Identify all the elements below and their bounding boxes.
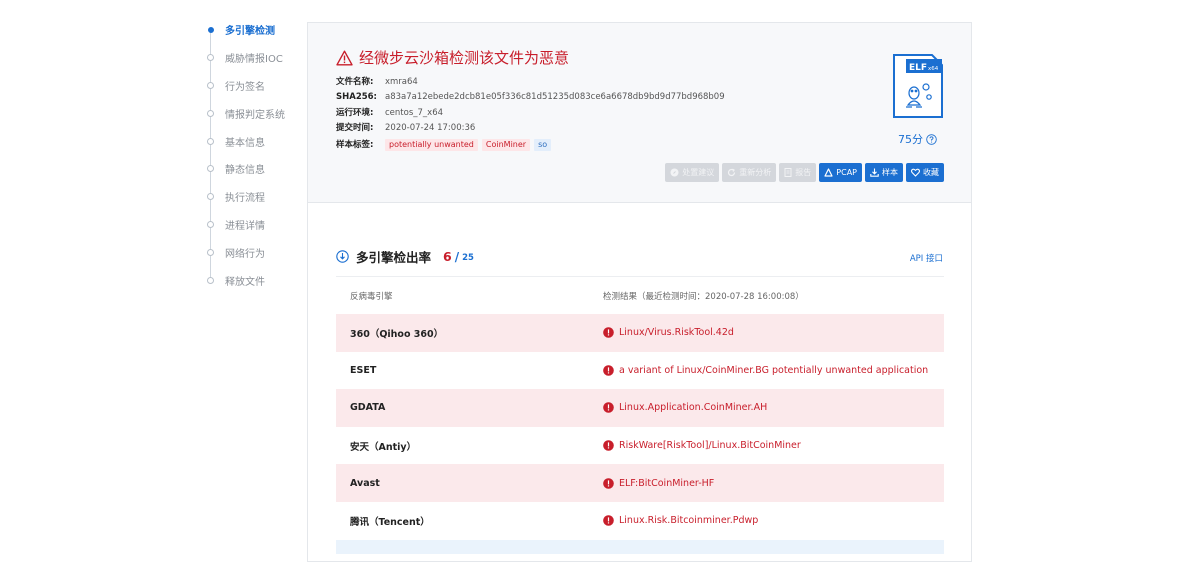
action-toolbar: 处置建议 重新分析 报告 PCAP 样本 收藏 — [665, 163, 944, 182]
detection-result: a variant of Linux/CoinMiner.BG potentia… — [619, 364, 929, 376]
engine-name: GDATA — [350, 402, 386, 414]
nav-item-signatures[interactable]: 行为签名 — [204, 72, 304, 100]
nav-item-dropped-files[interactable]: 释放文件 — [204, 266, 304, 294]
alert-circle-icon — [603, 402, 614, 414]
nav-item-intel-system[interactable]: 情报判定系统 — [204, 99, 304, 127]
meta-row-environment: 运行环境: centos_7_x64 — [336, 107, 444, 118]
pcap-icon — [824, 168, 833, 177]
detection-result: Linux/Virus.RiskTool.42d — [619, 327, 734, 339]
col-result: 检测结果（最近检测时间：2020-07-28 16:00:08） — [603, 291, 804, 302]
detection-hits: 6 — [443, 249, 452, 264]
detection-result: Linux.Risk.Bitcoinminer.Pdwp — [619, 515, 759, 527]
verdict-banner: 经微步云沙箱检测该文件为恶意 — [336, 47, 569, 68]
detection-result: ELF:BitCoinMiner-HF — [619, 477, 715, 489]
nav-dot-icon — [207, 137, 214, 145]
engine-name: Avast — [350, 477, 380, 489]
table-header: 反病毒引擎 检测结果（最近检测时间：2020-07-28 16:00:08） — [336, 277, 944, 314]
detection-result: Linux.Application.CoinMiner.AH — [619, 402, 768, 414]
meta-row-sha256: SHA256: a83a7a12ebede2dcb81e05f336c81d51… — [336, 92, 725, 103]
advice-button[interactable]: 处置建议 — [665, 163, 720, 182]
nav-dot-icon — [207, 81, 214, 89]
meta-row-submit-time: 提交时间: 2020-07-24 17:00:36 — [336, 123, 476, 134]
tag-so[interactable]: so — [534, 138, 552, 151]
section-title: 多引擎检出率 — [356, 250, 432, 265]
elf-file-icon: ELF x64 — [893, 54, 943, 118]
detection-result: RiskWare[RiskTool]/Linux.BitCoinMiner — [619, 440, 801, 452]
heart-icon — [911, 168, 920, 177]
file-arch-label: x64 — [928, 66, 939, 72]
threat-score: 75分 — [898, 131, 937, 147]
nav-item-static-info[interactable]: 静态信息 — [204, 155, 304, 183]
document-icon — [784, 168, 792, 177]
table-row: 腾讯（Tencent） Linux.Risk.Bitcoinminer.Pdwp — [336, 502, 944, 540]
table-row: GDATA Linux.Application.CoinMiner.AH — [336, 389, 944, 427]
table-row: Avast ELF:BitCoinMiner-HF — [336, 464, 944, 502]
meta-row-tags: 样本标签: potentially unwanted CoinMiner so — [336, 138, 725, 153]
section-nav: 多引擎检测 威胁情报IOC 行为签名 情报判定系统 基本信息 静态信息 执行流程… — [204, 16, 304, 294]
nav-item-basic-info[interactable]: 基本信息 — [204, 127, 304, 155]
alert-circle-icon — [603, 365, 614, 376]
tag-coinminer[interactable]: CoinMiner — [481, 138, 531, 151]
pcap-button[interactable]: PCAP — [819, 163, 862, 182]
detection-rate-icon — [336, 250, 349, 263]
detection-total: 25 — [462, 253, 474, 263]
alert-circle-icon — [603, 327, 614, 339]
detection-slash: / — [454, 249, 460, 264]
alert-circle-icon — [603, 515, 614, 527]
table-row-partial — [336, 539, 944, 554]
refresh-icon — [728, 168, 736, 177]
table-row: ESET a variant of Linux/CoinMiner.BG pot… — [336, 352, 944, 390]
summary-card: 经微步云沙箱检测该文件为恶意 文件名称: xmra64 SHA256: a83a… — [308, 23, 971, 203]
alert-circle-icon — [603, 477, 614, 489]
nav-dot-icon — [207, 109, 214, 117]
nav-dot-icon — [207, 276, 214, 284]
alert-circle-icon — [603, 440, 614, 451]
nav-dot-icon — [207, 248, 214, 256]
warning-triangle-icon — [336, 50, 353, 65]
download-sample-button[interactable]: 样本 — [865, 163, 903, 182]
report-button[interactable]: 报告 — [779, 163, 817, 182]
engine-name: ESET — [350, 364, 377, 376]
nav-dot-icon — [207, 193, 214, 201]
api-link[interactable]: API 接口 — [910, 252, 943, 264]
help-circle-icon[interactable] — [926, 133, 937, 145]
nav-dot-icon — [207, 54, 214, 62]
nav-item-process-details[interactable]: 进程详情 — [204, 211, 304, 239]
meta-row-filename: 文件名称: xmra64 — [336, 77, 418, 87]
nav-dot-icon — [207, 220, 214, 228]
nav-item-ioc[interactable]: 威胁情报IOC — [204, 44, 304, 72]
verdict-text: 经微步云沙箱检测该文件为恶意 — [359, 49, 570, 67]
favorite-button[interactable]: 收藏 — [906, 163, 944, 182]
reanalyze-button[interactable]: 重新分析 — [722, 163, 777, 182]
detection-table: 反病毒引擎 检测结果（最近检测时间：2020-07-28 16:00:08） 3… — [336, 276, 944, 554]
nav-item-execution-flow[interactable]: 执行流程 — [204, 183, 304, 211]
engine-name: 安天（Antiy） — [350, 441, 417, 453]
tag-potentially-unwanted[interactable]: potentially unwanted — [385, 138, 478, 151]
report-panel: 经微步云沙箱检测该文件为恶意 文件名称: xmra64 SHA256: a83a… — [307, 22, 972, 562]
table-row: 360（Qihoo 360） Linux/Virus.RiskTool.42d — [336, 314, 944, 352]
compass-icon — [670, 168, 679, 177]
file-type-label: ELF — [909, 63, 927, 73]
file-meta: 文件名称: xmra64 SHA256: a83a7a12ebede2dcb81… — [336, 75, 725, 153]
engine-name: 360（Qihoo 360） — [350, 328, 444, 340]
col-engine: 反病毒引擎 — [350, 291, 393, 302]
engine-name: 腾讯（Tencent） — [350, 516, 430, 528]
nav-dot-icon — [207, 26, 214, 33]
nav-item-multi-engine[interactable]: 多引擎检测 — [204, 16, 304, 44]
nav-item-network[interactable]: 网络行为 — [204, 238, 304, 266]
table-row: 安天（Antiy） RiskWare[RiskTool]/Linux.BitCo… — [336, 427, 944, 465]
detection-header: 多引擎检出率 6 / 25 — [336, 247, 474, 266]
nav-dot-icon — [207, 165, 214, 173]
download-icon — [870, 168, 879, 177]
